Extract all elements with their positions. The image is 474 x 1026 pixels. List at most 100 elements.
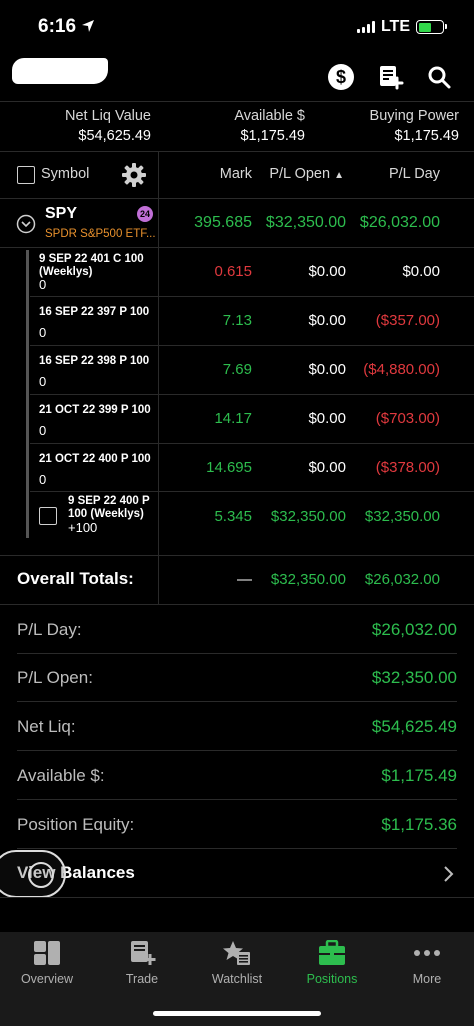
balance-label: Position Equity: xyxy=(17,815,135,834)
leg-pl-day: ($4,880.00) xyxy=(363,361,440,378)
divider xyxy=(0,151,474,152)
balance-label: P/L Day: xyxy=(17,620,82,639)
leg-quantity: 0 xyxy=(39,325,47,340)
leg-pl-open: $0.00 xyxy=(308,410,346,427)
column-mark[interactable]: Mark xyxy=(220,166,252,182)
leg-quantity: +100 xyxy=(68,520,98,535)
search-icon[interactable] xyxy=(426,64,452,90)
leg-name[interactable]: 16 SEP 22 398 P 100 xyxy=(39,355,149,368)
leg-mark: 14.695 xyxy=(206,459,252,476)
dollar-circle-icon[interactable]: $ xyxy=(328,64,354,90)
divider xyxy=(0,198,474,199)
leg-pl-day: ($357.00) xyxy=(375,312,440,329)
balance-value: $1,175.36 xyxy=(381,815,457,834)
divider xyxy=(0,555,474,556)
leg-name[interactable]: 9 SEP 22 400 P 100 (Weeklys) xyxy=(68,495,152,521)
leg-name[interactable]: 9 SEP 22 401 C 100 (Weeklys) xyxy=(39,253,149,279)
nav-overview[interactable]: Overview xyxy=(0,940,94,986)
leg-pl-open: $32,350.00 xyxy=(270,508,346,525)
leg-name[interactable]: 16 SEP 22 397 P 100 xyxy=(39,306,149,319)
leg-mark: 5.345 xyxy=(214,508,252,525)
column-symbol[interactable]: Symbol xyxy=(41,166,89,182)
balance-value: $1,175.49 xyxy=(381,766,457,785)
balance-value: $26,032.00 xyxy=(371,620,457,639)
leg-pl-open: $0.00 xyxy=(308,263,346,280)
trade-icon xyxy=(131,941,156,965)
leg-pl-day: $32,350.00 xyxy=(364,508,440,525)
leg-pl-open: $0.00 xyxy=(308,312,346,329)
available-value: $1,175.49 xyxy=(240,128,305,144)
balance-label: Net Liq: xyxy=(17,717,76,736)
leg-mark: 7.69 xyxy=(222,361,252,378)
legs-group-indicator xyxy=(26,250,29,538)
divider xyxy=(30,345,474,346)
position-mark: 395.685 xyxy=(194,214,252,231)
nav-label: More xyxy=(412,972,442,986)
status-time: 6:16 xyxy=(38,16,95,38)
gear-icon[interactable] xyxy=(121,162,147,188)
leg-mark: 7.13 xyxy=(222,312,252,329)
totals-pl-open: $32,350.00 xyxy=(270,571,346,588)
network-type: LTE xyxy=(380,18,410,35)
nav-label: Overview xyxy=(20,972,74,986)
positions-icon xyxy=(319,940,345,965)
divider xyxy=(0,897,474,898)
view-balances-row[interactable]: View Balances xyxy=(0,852,474,896)
more-icon xyxy=(414,950,440,956)
balance-label: P/L Open: xyxy=(17,668,93,687)
nav-watchlist[interactable]: Watchlist xyxy=(190,940,284,986)
leg-pl-day: $0.00 xyxy=(402,263,440,280)
buying-power-value: $1,175.49 xyxy=(394,128,459,144)
leg-pl-day: ($703.00) xyxy=(375,410,440,427)
sort-ascending-icon: ▲ xyxy=(334,170,344,181)
column-pl-day[interactable]: P/L Day xyxy=(389,166,440,182)
column-pl-open[interactable]: P/L Open ▲ xyxy=(269,166,344,182)
home-indicator xyxy=(153,1011,321,1016)
select-all-checkbox[interactable] xyxy=(17,166,35,184)
leg-name[interactable]: 21 OCT 22 400 P 100 xyxy=(39,453,151,466)
nav-more[interactable]: More xyxy=(380,940,474,986)
position-symbol[interactable]: SPY xyxy=(45,205,77,223)
divider xyxy=(17,799,457,800)
location-arrow-icon xyxy=(82,20,95,32)
nav-positions[interactable]: Positions xyxy=(285,940,379,986)
trade-ticket-icon[interactable] xyxy=(378,64,404,90)
totals-mark: — xyxy=(237,571,252,588)
leg-quantity: 0 xyxy=(39,277,47,292)
position-pl-day: $26,032.00 xyxy=(359,214,440,231)
signal-icon xyxy=(356,21,375,33)
status-indicators: LTE xyxy=(356,18,447,36)
nav-trade[interactable]: Trade xyxy=(95,940,189,986)
account-selector-redacted[interactable] xyxy=(12,58,108,84)
divider xyxy=(0,247,474,248)
divider xyxy=(17,848,457,849)
leg-mark: 14.17 xyxy=(214,410,252,427)
nav-label: Trade xyxy=(125,972,159,986)
column-divider xyxy=(158,151,159,604)
divider xyxy=(30,491,474,492)
chevron-right-icon xyxy=(444,866,454,882)
leg-pl-open: $0.00 xyxy=(308,361,346,378)
available-label: Available $ xyxy=(234,108,305,124)
assistive-touch-button[interactable] xyxy=(0,850,66,898)
overview-icon xyxy=(34,941,60,965)
divider xyxy=(0,101,474,102)
leg-pl-open: $0.00 xyxy=(308,459,346,476)
leg-quantity: 0 xyxy=(39,374,47,389)
buying-power-label: Buying Power xyxy=(369,108,459,124)
position-description: SPDR S&P500 ETF... xyxy=(45,228,156,240)
net-liq-value: $54,625.49 xyxy=(78,128,151,144)
leg-quantity: 0 xyxy=(39,472,47,487)
overall-totals-label: Overall Totals: xyxy=(17,569,134,588)
leg-name[interactable]: 21 OCT 22 399 P 100 xyxy=(39,404,151,417)
net-liq-label: Net Liq Value xyxy=(65,108,151,124)
divider xyxy=(30,443,474,444)
collapse-chevron-icon[interactable] xyxy=(16,214,36,234)
leg-select-checkbox[interactable] xyxy=(39,507,57,525)
totals-pl-day: $26,032.00 xyxy=(364,571,440,588)
leg-mark: 0.615 xyxy=(214,263,252,280)
battery-icon xyxy=(416,20,447,34)
leg-quantity: 0 xyxy=(39,423,47,438)
nav-label: Watchlist xyxy=(211,972,263,986)
divider xyxy=(30,394,474,395)
